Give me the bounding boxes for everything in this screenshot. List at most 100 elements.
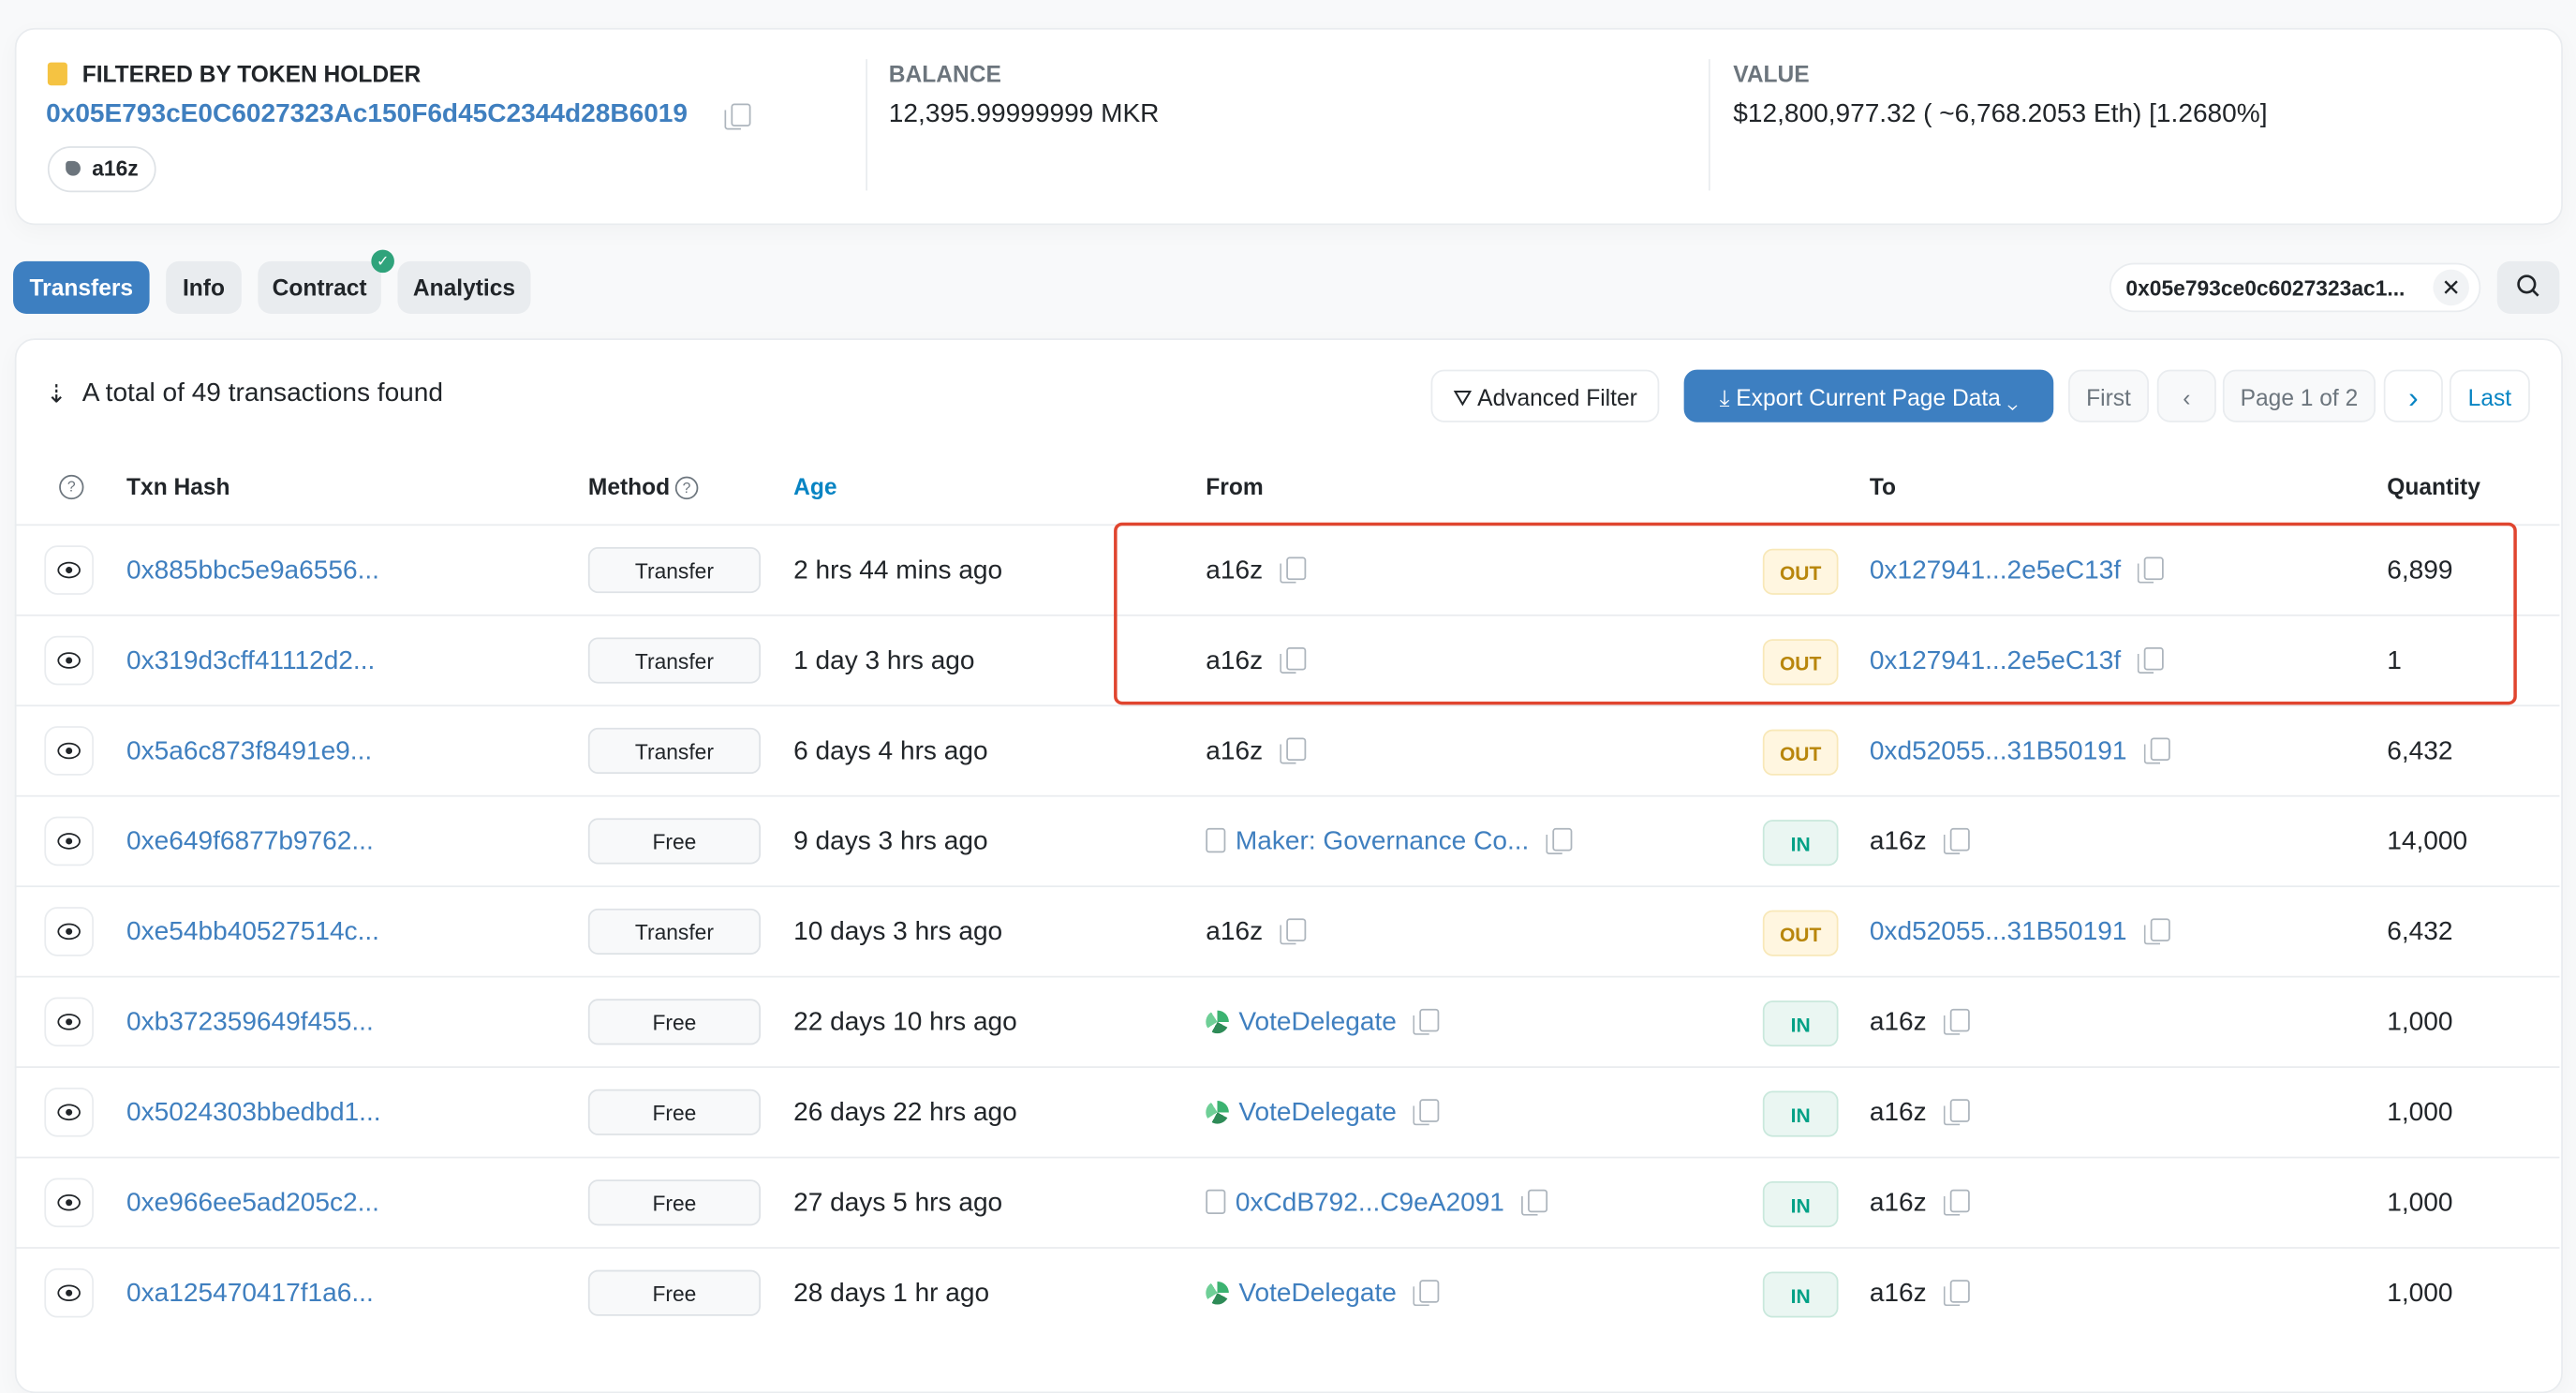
eye-icon[interactable] (44, 997, 94, 1047)
method-help-icon[interactable]: ? (674, 476, 699, 500)
quantity: 1,000 (2387, 1280, 2453, 1309)
export-button[interactable]: ⤓ Export Current Page Data ⌄ (1683, 369, 2054, 422)
holder-address-link[interactable]: 0x05E793cE0C6027323Ac150F6d45C2344d28B60… (46, 100, 688, 130)
tab-contract[interactable]: Contract (258, 260, 381, 314)
method-badge: Free (587, 999, 762, 1045)
to-link[interactable]: 0xd52055...31B50191 (1870, 737, 2127, 765)
from-link[interactable]: VoteDelegate (1238, 1009, 1397, 1037)
quantity: 1,000 (2387, 1099, 2453, 1128)
from-link[interactable]: VoteDelegate (1238, 1280, 1397, 1308)
txn-hash-link[interactable]: 0xe649f6877b9762... (126, 797, 374, 887)
to-cell: 0xd52055...31B50191 (1870, 706, 2170, 796)
search-icon (2517, 274, 2539, 297)
button-label: Export Current Page Data (1736, 384, 2001, 411)
copy-icon[interactable] (1943, 1189, 1970, 1216)
eye-icon[interactable] (44, 545, 94, 595)
age: 28 days 1 hr ago (793, 1280, 990, 1309)
txn-hash-link[interactable]: 0xb372359649f455... (126, 978, 374, 1068)
age: 1 day 3 hrs ago (793, 646, 975, 675)
direction-badge: OUT (1762, 729, 1839, 776)
copy-icon[interactable] (724, 103, 751, 130)
txn-hash-link[interactable]: 0xe966ee5ad205c2... (126, 1158, 379, 1248)
txn-hash-link[interactable]: 0x5a6c873f8491e9... (126, 706, 372, 796)
age: 22 days 10 hrs ago (793, 1008, 1017, 1037)
age: 2 hrs 44 mins ago (793, 556, 1003, 585)
total-count: A total of 49 transactions found (81, 379, 444, 408)
to-cell: 0xd52055...31B50191 (1870, 887, 2170, 977)
direction-badge: OUT (1762, 910, 1839, 956)
txn-hash-link[interactable]: 0x319d3cff41112d2... (126, 616, 375, 706)
txn-hash-link[interactable]: 0x5024303bbedbd1... (126, 1068, 381, 1158)
search-button[interactable] (2496, 260, 2560, 314)
balance-value: 12,395.99999999 MKR (888, 99, 1160, 128)
method-badge: Free (587, 818, 762, 865)
tab-info[interactable]: Info (166, 260, 242, 314)
from-cell: a16z (1206, 887, 1306, 977)
quantity: 1,000 (2387, 1189, 2453, 1218)
txn-hash-link[interactable]: 0xa125470417f1a6... (126, 1249, 374, 1339)
first-page-button[interactable]: First (2068, 369, 2149, 422)
tab-analytics[interactable]: Analytics (397, 260, 531, 314)
copy-icon[interactable] (1545, 827, 1572, 854)
to-cell: a16z (1870, 978, 1970, 1068)
header-txn-hash: Txn Hash (126, 473, 230, 500)
from-link[interactable]: 0xCdB792...C9eA2091 (1236, 1190, 1504, 1218)
contract-icon (1206, 1189, 1226, 1215)
age: 9 days 3 hrs ago (793, 827, 988, 856)
copy-icon[interactable] (1943, 1280, 1970, 1307)
chevron-right-icon: › (2408, 380, 2419, 414)
from-link[interactable]: Maker: Governance Co... (1236, 828, 1529, 856)
eye-icon[interactable] (44, 1267, 94, 1318)
tag-icon (66, 160, 81, 176)
method-badge: Transfer (587, 547, 762, 594)
copy-icon[interactable] (1413, 1008, 1440, 1035)
address-filter[interactable]: 0x05e793ce0c6027323ac1... ✕ (2109, 262, 2481, 313)
to-link[interactable]: 0xd52055...31B50191 (1870, 918, 2127, 946)
direction-badge: IN (1762, 1180, 1839, 1228)
txn-hash-link[interactable]: 0x885bbc5e9a6556... (126, 526, 379, 615)
method-badge: Transfer (587, 727, 762, 775)
copy-icon[interactable] (1413, 1280, 1440, 1307)
copy-icon[interactable] (1943, 1099, 1970, 1126)
copy-icon[interactable] (2142, 918, 2170, 945)
txn-hash-link[interactable]: 0xe54bb40527514c... (126, 887, 379, 977)
tab-transfers[interactable]: Transfers (13, 260, 150, 314)
contract-icon (1206, 827, 1226, 853)
copy-icon[interactable] (1943, 827, 1970, 854)
from-label: a16z (1206, 918, 1264, 947)
copy-icon[interactable] (1279, 918, 1306, 945)
divider (866, 59, 868, 191)
copy-icon[interactable] (1520, 1189, 1547, 1216)
copy-icon[interactable] (1943, 1008, 1970, 1035)
quantity: 6,432 (2387, 918, 2453, 947)
eye-icon[interactable] (44, 816, 94, 867)
eye-icon[interactable] (44, 635, 94, 686)
eye-icon[interactable] (44, 1178, 94, 1228)
table-row: 0xb372359649f455... Free 22 days 10 hrs … (14, 975, 2560, 1068)
last-page-button[interactable]: Last (2449, 369, 2530, 422)
help-icon[interactable]: ? (59, 474, 84, 500)
eye-icon[interactable] (44, 726, 94, 776)
to-label: a16z (1869, 827, 1927, 856)
divider (1708, 59, 1710, 191)
header-age[interactable]: Age (793, 473, 836, 499)
eye-icon[interactable] (44, 907, 94, 956)
copy-icon[interactable] (1279, 737, 1306, 764)
copy-icon[interactable] (2142, 737, 2170, 764)
table-row: 0xa125470417f1a6... Free 28 days 1 hr ag… (14, 1247, 2560, 1339)
prev-page-button[interactable]: ‹ (2156, 369, 2216, 422)
advanced-filter-button[interactable]: ⛛ Advanced Filter (1430, 369, 1660, 422)
copy-icon[interactable] (1413, 1099, 1440, 1126)
button-label: First (2086, 384, 2131, 411)
next-page-button[interactable]: › (2383, 369, 2443, 422)
from-link[interactable]: VoteDelegate (1238, 1099, 1397, 1127)
to-label: a16z (1869, 1280, 1927, 1309)
page-label: Page 1 of 2 (2240, 384, 2359, 411)
vote-delegate-icon (1206, 1281, 1229, 1305)
holder-tag[interactable]: a16z (47, 146, 156, 193)
clear-filter-button[interactable]: ✕ (2433, 269, 2469, 306)
tab-label: Transfers (29, 274, 134, 301)
to-label: a16z (1869, 1099, 1927, 1128)
eye-icon[interactable] (44, 1088, 94, 1137)
age: 10 days 3 hrs ago (793, 918, 1003, 947)
